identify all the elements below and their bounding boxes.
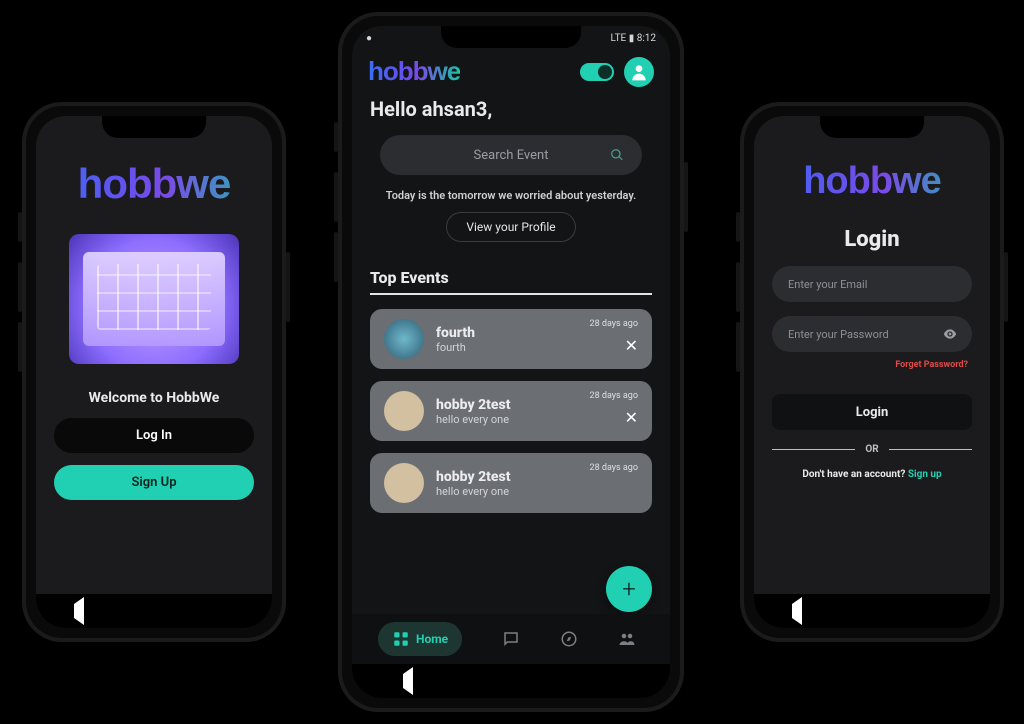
status-right: LTE ▮ 8:12	[611, 33, 656, 44]
quote-text: Today is the tomorrow we worried about y…	[372, 189, 650, 202]
android-nav-bar	[352, 664, 670, 698]
events-list: fourth fourth 28 days ago ✕ hobby 2test …	[352, 295, 670, 513]
event-card[interactable]: hobby 2test hello every one 28 days ago …	[370, 381, 652, 441]
no-account-text: Don't have an account? Sign up	[754, 469, 990, 480]
login-submit-button[interactable]: Login	[772, 394, 972, 430]
nav-chat[interactable]	[502, 630, 520, 648]
search-placeholder: Search Event	[474, 148, 549, 163]
phone-login: hobbwe Login Enter your Email Enter your…	[740, 102, 1004, 642]
event-thumb	[384, 391, 424, 431]
notch	[102, 116, 206, 138]
brand-logo: hobbwe	[368, 56, 460, 87]
avatar[interactable]	[624, 57, 654, 87]
welcome-illustration	[69, 234, 239, 364]
android-nav-bar	[36, 594, 272, 628]
or-text: OR	[865, 444, 878, 455]
login-title: Login	[754, 227, 990, 252]
chat-icon	[502, 630, 520, 648]
status-bar: ● LTE ▮ 8:12	[366, 30, 656, 46]
stage: hobbwe Welcome to HobbWe Log In Sign Up …	[0, 0, 1024, 724]
phone-home: ● LTE ▮ 8:12 hobbwe Hello ahsan3, Search…	[338, 12, 684, 712]
event-ago: 28 days ago	[590, 319, 638, 329]
top-events-title: Top Events	[370, 268, 652, 287]
brand-logo: hobbwe	[36, 160, 272, 208]
notch	[820, 116, 924, 138]
signup-button[interactable]: Sign Up	[54, 465, 254, 500]
password-placeholder: Enter your Password	[788, 328, 889, 341]
user-icon	[629, 62, 649, 82]
nav-back-icon[interactable]	[74, 604, 84, 618]
nav-explore[interactable]	[560, 630, 578, 648]
nav-people[interactable]	[618, 630, 636, 648]
phone-welcome: hobbwe Welcome to HobbWe Log In Sign Up	[22, 102, 286, 642]
compass-icon	[560, 630, 578, 648]
event-subtitle: fourth	[436, 341, 638, 354]
search-icon	[610, 148, 624, 162]
event-thumb	[384, 463, 424, 503]
login-button[interactable]: Log In	[54, 418, 254, 453]
event-subtitle: hello every one	[436, 485, 638, 498]
grid-icon	[392, 630, 410, 648]
email-placeholder: Enter your Email	[788, 278, 867, 291]
password-field[interactable]: Enter your Password	[772, 316, 972, 352]
status-left: ●	[366, 33, 372, 44]
nav-back-icon[interactable]	[403, 674, 413, 688]
bottom-nav: Home	[352, 614, 670, 664]
nav-home-label: Home	[416, 632, 448, 646]
event-thumb	[384, 319, 424, 359]
event-ago: 28 days ago	[590, 463, 638, 473]
theme-toggle[interactable]	[580, 63, 614, 81]
close-icon[interactable]: ✕	[625, 336, 638, 355]
fab-add-button[interactable]: +	[606, 566, 652, 612]
android-nav-bar	[754, 594, 990, 628]
event-card[interactable]: fourth fourth 28 days ago ✕	[370, 309, 652, 369]
welcome-text: Welcome to HobbWe	[36, 390, 272, 406]
view-profile-button[interactable]: View your Profile	[446, 212, 576, 242]
greeting: Hello ahsan3,	[352, 87, 670, 121]
nav-home[interactable]: Home	[378, 622, 462, 656]
email-field[interactable]: Enter your Email	[772, 266, 972, 302]
search-input[interactable]: Search Event	[380, 135, 642, 175]
or-divider: OR	[772, 444, 972, 455]
eye-icon[interactable]	[942, 326, 958, 342]
signup-link[interactable]: Sign up	[908, 469, 942, 480]
brand-logo: hobbwe	[754, 160, 990, 203]
close-icon[interactable]: ✕	[625, 408, 638, 427]
event-subtitle: hello every one	[436, 413, 638, 426]
nav-back-icon[interactable]	[792, 604, 802, 618]
people-icon	[618, 630, 636, 648]
forgot-password-link[interactable]: Forget Password?	[776, 360, 968, 370]
event-ago: 28 days ago	[590, 391, 638, 401]
event-card[interactable]: hobby 2test hello every one 28 days ago	[370, 453, 652, 513]
